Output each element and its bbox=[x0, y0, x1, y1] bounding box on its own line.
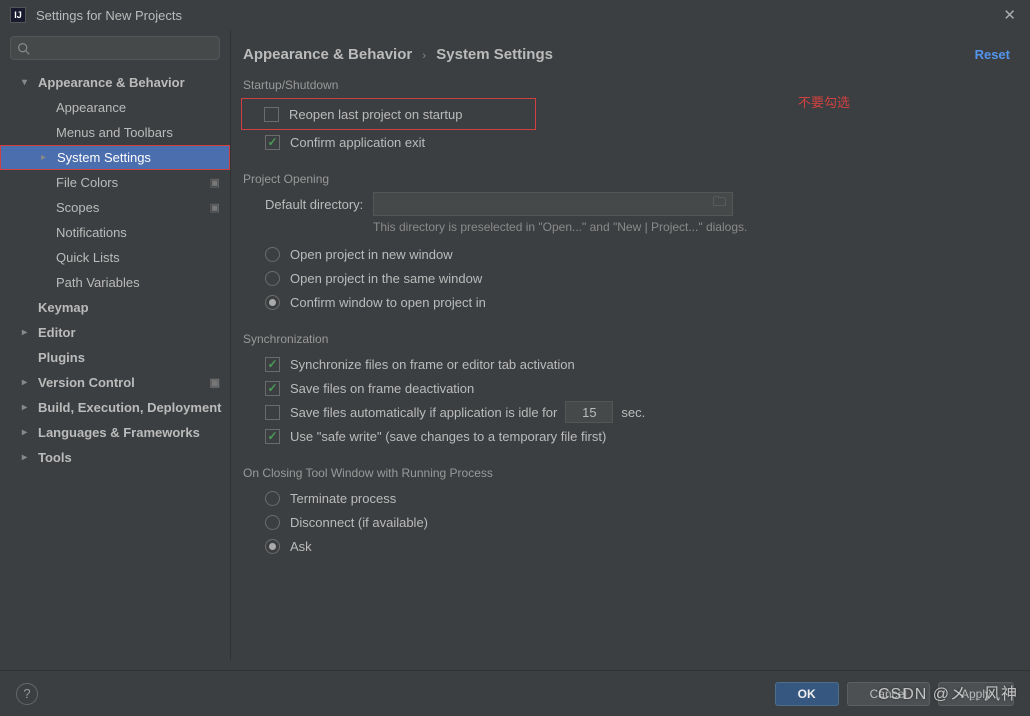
checkbox-checked[interactable] bbox=[265, 381, 280, 396]
tree-notifications[interactable]: Notifications bbox=[0, 220, 230, 245]
tree-build[interactable]: ▸Build, Execution, Deployment bbox=[0, 395, 230, 420]
default-directory-label: Default directory: bbox=[265, 197, 373, 212]
annotation-text: 不要勾选 bbox=[798, 92, 850, 111]
cancel-button[interactable]: Cancel bbox=[847, 682, 930, 706]
chevron-right-icon: ▸ bbox=[22, 402, 27, 413]
tree-version-control[interactable]: ▸Version Control▣ bbox=[0, 370, 230, 395]
checkbox-checked[interactable] bbox=[265, 135, 280, 150]
tree-file-colors[interactable]: File Colors▣ bbox=[0, 170, 230, 195]
sync-deactivation-row[interactable]: Save files on frame deactivation bbox=[243, 376, 1010, 400]
checkbox-checked[interactable] bbox=[265, 429, 280, 444]
title-bar: IJ Settings for New Projects ✕ bbox=[0, 0, 1030, 30]
ok-button[interactable]: OK bbox=[775, 682, 839, 706]
close-ask-row[interactable]: Ask bbox=[243, 534, 1010, 558]
chevron-right-icon: ▸ bbox=[22, 327, 27, 338]
reopen-last-project-row[interactable]: Reopen last project on startup bbox=[242, 102, 535, 126]
confirm-window-row[interactable]: Confirm window to open project in bbox=[243, 290, 1010, 314]
safe-write-row[interactable]: Use "safe write" (save changes to a temp… bbox=[243, 424, 1010, 448]
confirm-exit-row[interactable]: Confirm application exit bbox=[243, 130, 1010, 154]
tree-menus-toolbars[interactable]: Menus and Toolbars bbox=[0, 120, 230, 145]
sync-activation-row[interactable]: Synchronize files on frame or editor tab… bbox=[243, 352, 1010, 376]
open-new-window-row[interactable]: Open project in new window bbox=[243, 242, 1010, 266]
search-input[interactable] bbox=[10, 36, 220, 60]
radio-checked[interactable] bbox=[265, 539, 280, 554]
tree-languages[interactable]: ▸Languages & Frameworks bbox=[0, 420, 230, 445]
tree-plugins[interactable]: Plugins bbox=[0, 345, 230, 370]
radio-checked[interactable] bbox=[265, 295, 280, 310]
default-directory-input[interactable]: 🗀 bbox=[373, 192, 733, 216]
breadcrumb: Appearance & Behavior › System Settings … bbox=[243, 40, 1010, 68]
chevron-right-icon: ▸ bbox=[22, 452, 27, 463]
section-sync: Synchronization bbox=[243, 332, 1010, 346]
tree-system-settings[interactable]: ▸System Settings bbox=[0, 145, 230, 170]
checkbox-unchecked[interactable] bbox=[264, 107, 279, 122]
default-directory-hint: This directory is preselected in "Open..… bbox=[243, 220, 1010, 234]
main-panel: Appearance & Behavior › System Settings … bbox=[231, 30, 1030, 660]
project-icon: ▣ bbox=[210, 201, 220, 214]
section-project-opening: Project Opening bbox=[243, 172, 1010, 186]
tree-keymap[interactable]: Keymap bbox=[0, 295, 230, 320]
window-title: Settings for New Projects bbox=[36, 8, 999, 23]
radio-unchecked[interactable] bbox=[265, 247, 280, 262]
settings-tree: ▾Appearance & Behavior Appearance Menus … bbox=[0, 66, 230, 660]
sidebar: ▾Appearance & Behavior Appearance Menus … bbox=[0, 30, 231, 660]
tree-path-variables[interactable]: Path Variables bbox=[0, 270, 230, 295]
radio-unchecked[interactable] bbox=[265, 271, 280, 286]
tree-appearance-behavior[interactable]: ▾Appearance & Behavior bbox=[0, 70, 230, 95]
tree-tools[interactable]: ▸Tools bbox=[0, 445, 230, 470]
chevron-right-icon: ▸ bbox=[22, 377, 27, 388]
checkbox-unchecked[interactable] bbox=[265, 405, 280, 420]
chevron-right-icon: › bbox=[422, 50, 426, 62]
reset-link[interactable]: Reset bbox=[975, 47, 1010, 62]
close-icon[interactable]: ✕ bbox=[999, 6, 1020, 24]
section-closing: On Closing Tool Window with Running Proc… bbox=[243, 466, 1010, 480]
apply-button[interactable]: Apply bbox=[938, 682, 1014, 706]
search-icon bbox=[17, 42, 30, 55]
close-disconnect-row[interactable]: Disconnect (if available) bbox=[243, 510, 1010, 534]
tree-appearance[interactable]: Appearance bbox=[0, 95, 230, 120]
breadcrumb-root[interactable]: Appearance & Behavior bbox=[243, 46, 412, 63]
section-startup: Startup/Shutdown bbox=[243, 78, 1010, 92]
sync-idle-row[interactable]: Save files automatically if application … bbox=[243, 400, 1010, 424]
default-directory-row: Default directory: 🗀 bbox=[243, 192, 1010, 216]
tree-scopes[interactable]: Scopes▣ bbox=[0, 195, 230, 220]
breadcrumb-leaf: System Settings bbox=[436, 46, 553, 63]
chevron-right-icon: ▸ bbox=[22, 427, 27, 438]
help-button[interactable]: ? bbox=[16, 683, 38, 705]
annotation-box: Reopen last project on startup bbox=[241, 98, 536, 130]
project-icon: ▣ bbox=[210, 176, 220, 189]
folder-icon[interactable]: 🗀 bbox=[713, 193, 726, 215]
close-terminate-row[interactable]: Terminate process bbox=[243, 486, 1010, 510]
chevron-right-icon: ▸ bbox=[41, 152, 46, 163]
checkbox-checked[interactable] bbox=[265, 357, 280, 372]
app-logo-icon: IJ bbox=[10, 7, 26, 23]
tree-quick-lists[interactable]: Quick Lists bbox=[0, 245, 230, 270]
open-same-window-row[interactable]: Open project in the same window bbox=[243, 266, 1010, 290]
chevron-down-icon: ▾ bbox=[22, 77, 27, 88]
project-icon: ▣ bbox=[210, 376, 220, 389]
idle-seconds-input[interactable]: 15 bbox=[565, 401, 613, 423]
footer: ? OK Cancel Apply bbox=[0, 670, 1030, 716]
radio-unchecked[interactable] bbox=[265, 515, 280, 530]
tree-editor[interactable]: ▸Editor bbox=[0, 320, 230, 345]
radio-unchecked[interactable] bbox=[265, 491, 280, 506]
